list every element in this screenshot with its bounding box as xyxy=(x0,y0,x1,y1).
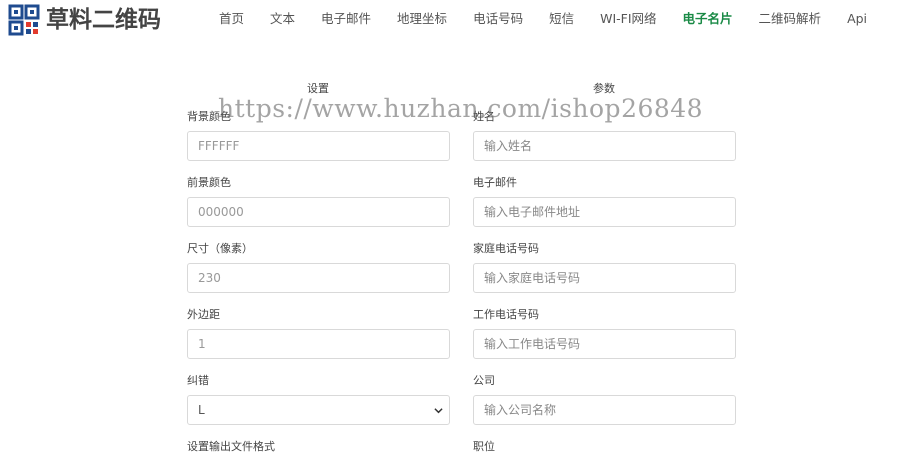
job-title-label: 职位 xyxy=(473,440,495,453)
work-phone-label: 工作电话号码 xyxy=(473,308,539,321)
error-correction-value: L xyxy=(198,403,205,417)
nav-item-wifi[interactable]: WI-FI网络 xyxy=(600,10,656,28)
site-logo[interactable]: 草料二维码 xyxy=(8,4,161,36)
work-phone-input[interactable]: 输入工作电话号码 xyxy=(473,329,736,359)
email-label: 电子邮件 xyxy=(473,176,517,189)
nav-item-sms[interactable]: 短信 xyxy=(549,10,574,28)
main-nav: 首页 文本 电子邮件 地理坐标 电话号码 短信 WI-FI网络 电子名片 二维码… xyxy=(219,10,867,28)
nav-item-geo[interactable]: 地理坐标 xyxy=(397,10,447,28)
bg-color-label: 背景颜色 xyxy=(187,110,231,123)
watermark-text: https://www.huzhan.com/ishop26848 xyxy=(218,94,704,123)
home-phone-input[interactable]: 输入家庭电话号码 xyxy=(473,263,736,293)
fg-color-label: 前景颜色 xyxy=(187,176,231,189)
bg-color-input[interactable]: FFFFFF xyxy=(187,131,450,161)
chevron-down-icon xyxy=(434,408,443,414)
name-input[interactable]: 输入姓名 xyxy=(473,131,736,161)
nav-item-home[interactable]: 首页 xyxy=(219,10,244,28)
name-label: 姓名 xyxy=(473,110,495,123)
top-header: 草料二维码 首页 文本 电子邮件 地理坐标 电话号码 短信 WI-FI网络 电子… xyxy=(0,0,900,40)
error-correction-label: 纠错 xyxy=(187,374,209,387)
nav-item-vcard[interactable]: 电子名片 xyxy=(683,10,733,28)
logo-text: 草料二维码 xyxy=(46,7,161,33)
size-input[interactable]: 230 xyxy=(187,263,450,293)
nav-item-api[interactable]: Api xyxy=(847,10,867,28)
fg-color-input[interactable]: 000000 xyxy=(187,197,450,227)
nav-item-decode[interactable]: 二维码解析 xyxy=(759,10,822,28)
nav-item-text[interactable]: 文本 xyxy=(270,10,295,28)
margin-label: 外边距 xyxy=(187,308,220,321)
settings-title: 设置 xyxy=(307,82,329,95)
error-correction-select[interactable]: L xyxy=(187,395,450,425)
home-phone-label: 家庭电话号码 xyxy=(473,242,539,255)
params-title: 参数 xyxy=(593,82,615,95)
company-label: 公司 xyxy=(473,374,495,387)
margin-input[interactable]: 1 xyxy=(187,329,450,359)
nav-item-email[interactable]: 电子邮件 xyxy=(321,10,371,28)
output-format-label: 设置输出文件格式 xyxy=(187,440,275,453)
company-input[interactable]: 输入公司名称 xyxy=(473,395,736,425)
email-input[interactable]: 输入电子邮件地址 xyxy=(473,197,736,227)
size-label: 尺寸（像素） xyxy=(187,242,253,255)
qr-code-icon xyxy=(8,4,40,36)
nav-item-phone[interactable]: 电话号码 xyxy=(473,10,523,28)
